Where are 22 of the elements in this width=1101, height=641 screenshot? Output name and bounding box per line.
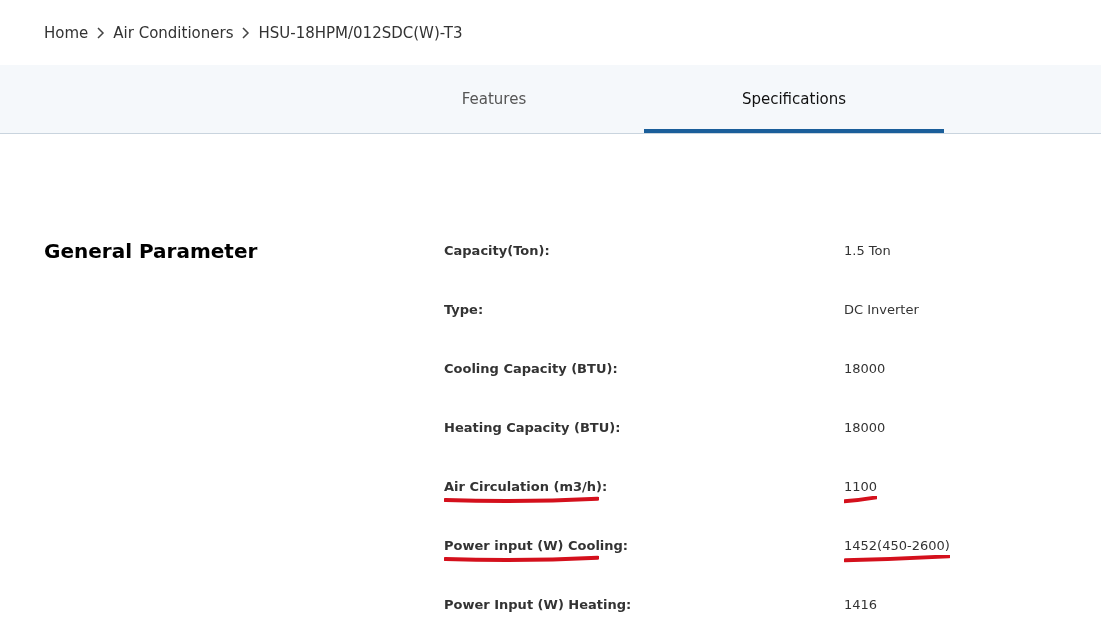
spec-value: 18000 xyxy=(844,420,886,435)
breadcrumb-link[interactable]: Air Conditioners xyxy=(113,23,234,42)
spec-label: Power input (W) Cooling: xyxy=(444,537,629,555)
spec-label: Heating Capacity (BTU): xyxy=(444,419,621,437)
spec-value: 18000 xyxy=(844,361,886,376)
spec-label: Power Input (W) Heating: xyxy=(444,596,632,614)
section-title: General Parameter xyxy=(44,238,259,265)
spec-label: Cooling Capacity (BTU): xyxy=(444,360,618,378)
breadcrumb-link[interactable]: Home xyxy=(44,23,89,42)
spec-value: 1100 xyxy=(844,479,878,494)
spec-label: Type: xyxy=(444,301,484,319)
tab[interactable]: Features xyxy=(344,65,644,133)
chevron-icon xyxy=(96,26,106,39)
spec-value: 1.5 Ton xyxy=(844,243,891,258)
spec-label: Air Circulation (m3/h): xyxy=(444,478,608,496)
breadcrumb-link[interactable]: HSU-18HPM/012SDC(W)-T3 xyxy=(258,23,463,42)
tab[interactable]: Specifications xyxy=(644,65,944,133)
chevron-icon xyxy=(241,26,251,39)
spec-value: 1452(450-2600) xyxy=(844,538,950,553)
spec-value: 1416 xyxy=(844,597,878,612)
spec-value: DC Inverter xyxy=(844,302,919,317)
spec-label: Capacity(Ton): xyxy=(444,242,550,260)
